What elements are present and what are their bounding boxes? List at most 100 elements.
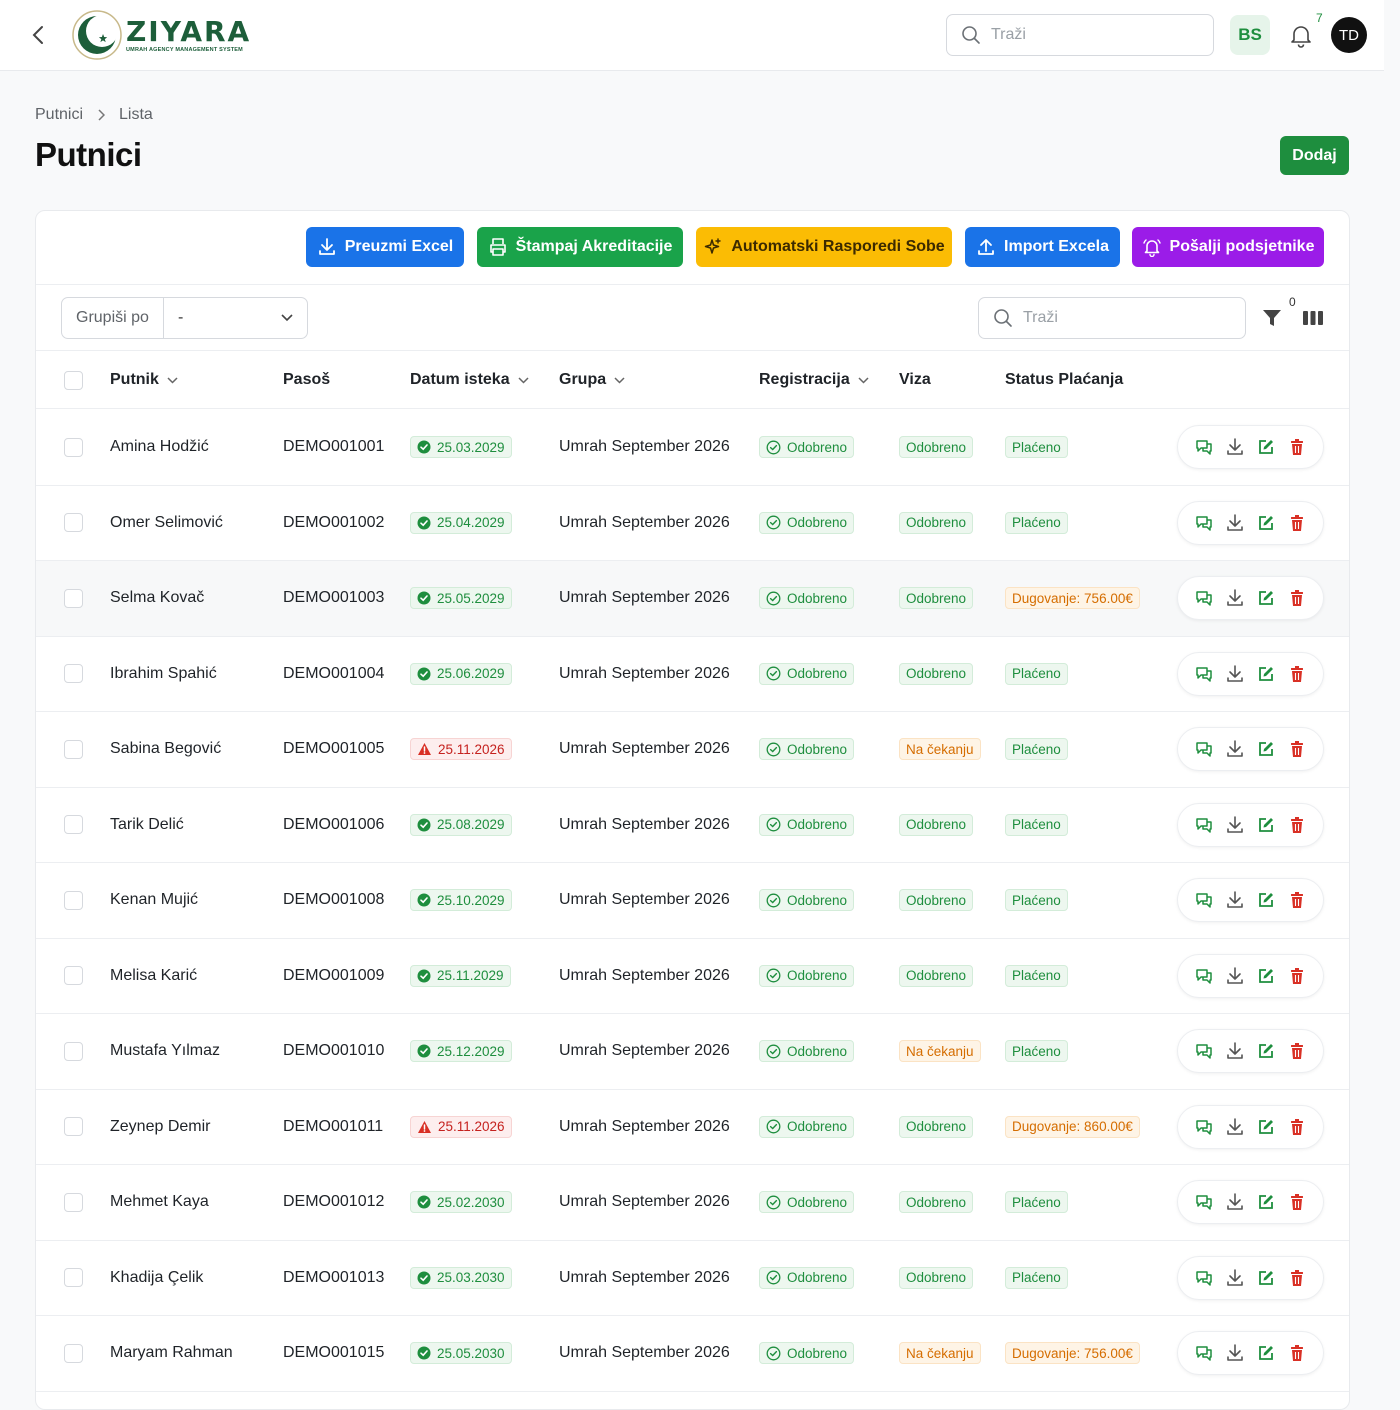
download-icon[interactable] bbox=[1224, 1040, 1246, 1062]
row-checkbox[interactable] bbox=[64, 1192, 83, 1212]
add-button[interactable]: Dodaj bbox=[1280, 136, 1349, 175]
traveler-name[interactable]: Tarik Delić bbox=[110, 788, 184, 863]
edit-icon[interactable] bbox=[1255, 1342, 1277, 1364]
column-putnik[interactable]: Putnik bbox=[110, 351, 178, 409]
download-icon[interactable] bbox=[1224, 965, 1246, 987]
download-icon[interactable] bbox=[1224, 512, 1246, 534]
row-checkbox[interactable] bbox=[64, 513, 83, 533]
row-checkbox[interactable] bbox=[64, 437, 83, 457]
group-by-select[interactable]: Grupiši po - bbox=[61, 297, 308, 339]
row-checkbox[interactable] bbox=[64, 664, 83, 684]
avatar[interactable]: TD bbox=[1331, 17, 1367, 53]
edit-icon[interactable] bbox=[1255, 889, 1277, 911]
traveler-name[interactable]: Zeynep Demir bbox=[110, 1090, 210, 1165]
trash-icon[interactable] bbox=[1286, 814, 1308, 836]
edit-icon[interactable] bbox=[1255, 436, 1277, 458]
chat-icon[interactable] bbox=[1193, 1040, 1215, 1062]
download-icon[interactable] bbox=[1224, 1191, 1246, 1213]
chat-icon[interactable] bbox=[1193, 889, 1215, 911]
table-row[interactable]: Selma Kovač DEMO001003 25.05.2029 Umrah Sep… bbox=[36, 561, 1349, 637]
traveler-name[interactable]: Ibrahim Spahić bbox=[110, 637, 217, 712]
table-row[interactable]: Maryam Rahman DEMO001015 25.05.2030 Umrah S… bbox=[36, 1316, 1349, 1392]
traveler-name[interactable]: Khadija Çelik bbox=[110, 1241, 203, 1316]
filter-icon[interactable] bbox=[1262, 308, 1282, 328]
chat-icon[interactable] bbox=[1193, 1191, 1215, 1213]
trash-icon[interactable] bbox=[1286, 1191, 1308, 1213]
row-checkbox[interactable] bbox=[64, 1117, 83, 1137]
table-row[interactable]: Omer Selimović DEMO001002 25.04.2029 Umrah … bbox=[36, 485, 1349, 561]
edit-icon[interactable] bbox=[1255, 1267, 1277, 1289]
table-search-input[interactable]: Traži bbox=[978, 297, 1246, 339]
trash-icon[interactable] bbox=[1286, 1342, 1308, 1364]
traveler-name[interactable]: Omer Selimović bbox=[110, 486, 223, 561]
trash-icon[interactable] bbox=[1286, 965, 1308, 987]
download-icon[interactable] bbox=[1224, 1342, 1246, 1364]
traveler-name[interactable]: Mehmet Kaya bbox=[110, 1165, 209, 1240]
chat-icon[interactable] bbox=[1193, 512, 1215, 534]
traveler-name[interactable]: Amina Hodžić bbox=[110, 410, 209, 485]
column-datum-isteka[interactable]: Datum isteka bbox=[410, 351, 529, 409]
chat-icon[interactable] bbox=[1193, 663, 1215, 685]
table-row[interactable]: Ibrahim Spahić DEMO001004 25.06.2029 Umrah … bbox=[36, 636, 1349, 712]
download-icon[interactable] bbox=[1224, 738, 1246, 760]
import-excel-button[interactable]: Import Excela bbox=[965, 227, 1120, 267]
chat-icon[interactable] bbox=[1193, 1342, 1215, 1364]
trash-icon[interactable] bbox=[1286, 1040, 1308, 1062]
download-icon[interactable] bbox=[1224, 436, 1246, 458]
trash-icon[interactable] bbox=[1286, 889, 1308, 911]
bell-icon[interactable] bbox=[1288, 22, 1314, 48]
row-checkbox[interactable] bbox=[64, 739, 83, 759]
trash-icon[interactable] bbox=[1286, 663, 1308, 685]
auto-assign-rooms-button[interactable]: Automatski Rasporedi Sobe bbox=[696, 227, 952, 267]
select-all-checkbox[interactable] bbox=[64, 370, 83, 390]
row-checkbox[interactable] bbox=[64, 588, 83, 608]
trash-icon[interactable] bbox=[1286, 512, 1308, 534]
row-checkbox[interactable] bbox=[64, 1268, 83, 1288]
table-row[interactable]: Mehmet Kaya DEMO001012 25.02.2030 Umrah Sep… bbox=[36, 1165, 1349, 1241]
table-row[interactable]: Mustafa Yılmaz DEMO001010 25.12.2029 Umrah … bbox=[36, 1014, 1349, 1090]
edit-icon[interactable] bbox=[1255, 965, 1277, 987]
trash-icon[interactable] bbox=[1286, 1116, 1308, 1138]
chat-icon[interactable] bbox=[1193, 587, 1215, 609]
row-checkbox[interactable] bbox=[64, 815, 83, 835]
download-icon[interactable] bbox=[1224, 1267, 1246, 1289]
download-icon[interactable] bbox=[1224, 663, 1246, 685]
chat-icon[interactable] bbox=[1193, 814, 1215, 836]
traveler-name[interactable]: Sabina Begović bbox=[110, 712, 221, 787]
chat-icon[interactable] bbox=[1193, 1116, 1215, 1138]
edit-icon[interactable] bbox=[1255, 663, 1277, 685]
app-logo[interactable]: ZIYARA UMRAH AGENCY MANAGEMENT SYSTEM bbox=[72, 10, 251, 60]
edit-icon[interactable] bbox=[1255, 1116, 1277, 1138]
global-search-input[interactable]: Traži bbox=[946, 14, 1214, 56]
row-checkbox[interactable] bbox=[64, 1041, 83, 1061]
edit-icon[interactable] bbox=[1255, 587, 1277, 609]
edit-icon[interactable] bbox=[1255, 814, 1277, 836]
row-checkbox[interactable] bbox=[64, 890, 83, 910]
table-row[interactable]: Kenan Mujić DEMO001008 25.10.2029 Umrah Sep… bbox=[36, 863, 1349, 939]
trash-icon[interactable] bbox=[1286, 738, 1308, 760]
traveler-name[interactable]: Mustafa Yılmaz bbox=[110, 1014, 220, 1089]
language-switch[interactable]: BS bbox=[1230, 15, 1270, 55]
download-icon[interactable] bbox=[1224, 889, 1246, 911]
edit-icon[interactable] bbox=[1255, 1191, 1277, 1213]
edit-icon[interactable] bbox=[1255, 512, 1277, 534]
table-row[interactable]: Tarik Delić DEMO001006 25.08.2029 Umrah Sep… bbox=[36, 787, 1349, 863]
trash-icon[interactable] bbox=[1286, 436, 1308, 458]
columns-icon[interactable] bbox=[1302, 309, 1324, 327]
column-registracija[interactable]: Registracija bbox=[759, 351, 869, 409]
traveler-name[interactable]: Maryam Rahman bbox=[110, 1316, 233, 1391]
row-checkbox[interactable] bbox=[64, 966, 83, 986]
download-icon[interactable] bbox=[1224, 814, 1246, 836]
chat-icon[interactable] bbox=[1193, 738, 1215, 760]
table-row[interactable]: Amina Hodžić DEMO001001 25.03.2029 Umrah Se… bbox=[36, 410, 1349, 486]
chat-icon[interactable] bbox=[1193, 965, 1215, 987]
row-checkbox[interactable] bbox=[64, 1343, 83, 1363]
trash-icon[interactable] bbox=[1286, 587, 1308, 609]
traveler-name[interactable]: Melisa Karić bbox=[110, 939, 197, 1014]
back-icon[interactable] bbox=[26, 22, 50, 48]
send-reminders-button[interactable]: Pošalji podsjetnike bbox=[1132, 227, 1324, 267]
table-row[interactable]: Zeynep Demir DEMO001011 25.11.2026 Umrah Se… bbox=[36, 1089, 1349, 1165]
column-grupa[interactable]: Grupa bbox=[559, 351, 625, 409]
download-icon[interactable] bbox=[1224, 587, 1246, 609]
table-row[interactable]: Melisa Karić DEMO001009 25.11.2029 Umrah Se… bbox=[36, 938, 1349, 1014]
